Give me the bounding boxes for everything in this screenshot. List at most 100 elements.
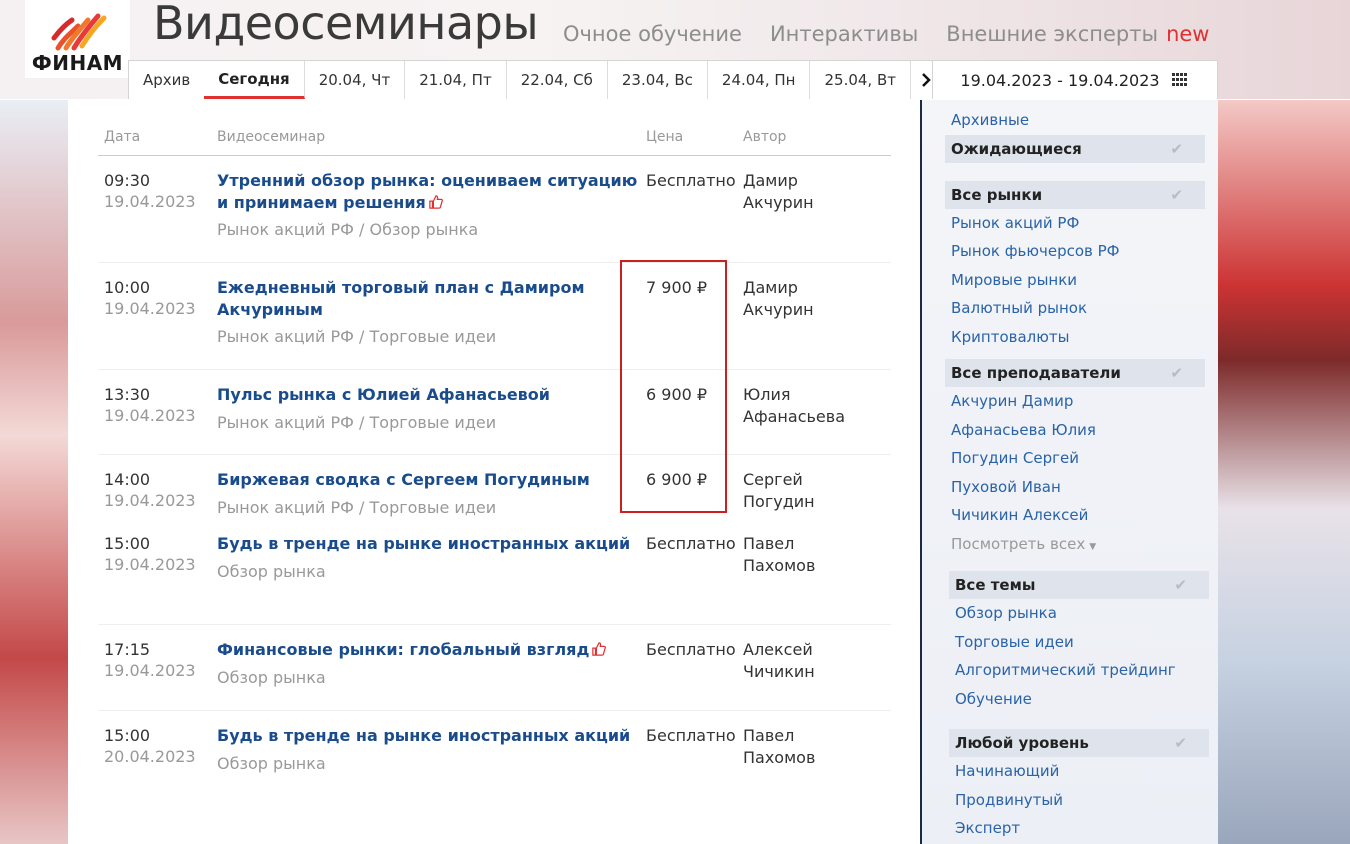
check-icon: ✔ xyxy=(1170,185,1183,204)
background-decor-right xyxy=(1218,100,1350,844)
table-row: 10:00 19.04.2023 Ежедневный торговый план… xyxy=(98,263,891,370)
filter-upcoming[interactable]: Ожидающиеся ✔ xyxy=(945,134,1205,163)
nav-external-experts-label: Внешние эксперты xyxy=(946,22,1159,46)
table-row: 17:15 19.04.2023 Финансовые рынки: глобал… xyxy=(98,625,891,711)
seminar-author[interactable]: Павел Пахомов xyxy=(743,533,843,576)
tab-date[interactable]: 25.04, Вт xyxy=(810,61,911,99)
filter-all-topics[interactable]: Все темы ✔ xyxy=(949,571,1209,599)
filter-any-level[interactable]: Любой уровень ✔ xyxy=(949,729,1209,757)
seminar-title-link[interactable]: Будь в тренде на рынке иностранных акций xyxy=(217,534,630,553)
filter-market-item[interactable]: Рынок акций РФ xyxy=(945,209,1205,238)
row-time: 14:00 xyxy=(104,470,151,489)
seminar-title-link[interactable]: Пульс рынка с Юлией Афанасьевой xyxy=(217,385,550,404)
filter-market-item[interactable]: Валютный рынок xyxy=(945,294,1205,323)
seminar-price: Бесплатно xyxy=(646,171,736,190)
finam-logo[interactable]: ФИНАМ xyxy=(25,0,130,78)
filter-topic-item[interactable]: Торговые идеи xyxy=(949,628,1209,657)
seminar-title-link[interactable]: Утренний обзор рынка: оцениваем ситуацию… xyxy=(217,171,637,212)
seminar-category: Рынок акций РФ / Торговые идеи xyxy=(217,497,497,517)
tab-today[interactable]: Сегодня xyxy=(204,61,305,99)
filter-archived[interactable]: Архивные xyxy=(945,106,1205,135)
filter-topic-item[interactable]: Обзор рынка xyxy=(949,599,1209,628)
seminar-category: Рынок акций РФ / Торговые идеи xyxy=(217,412,497,432)
filter-all-topics-label: Все темы xyxy=(955,576,1036,594)
tab-archive[interactable]: Архив xyxy=(129,61,204,99)
calendar-icon xyxy=(1171,73,1190,87)
top-nav: Очное обучение Интерактивы Внешние экспе… xyxy=(563,22,1237,46)
row-time: 15:00 xyxy=(104,726,151,745)
filter-all-markets[interactable]: Все рынки ✔ xyxy=(945,180,1205,209)
filter-topic-item[interactable]: Обучение xyxy=(949,685,1209,714)
seminar-category: Обзор рынка xyxy=(217,667,326,687)
table-row: 15:00 20.04.2023 Будь в тренде на рынке и… xyxy=(98,711,891,817)
seminar-title: Утренний обзор рынка: оцениваем ситуацию… xyxy=(217,171,638,212)
nav-offline-training[interactable]: Очное обучение xyxy=(563,22,742,46)
filter-level-item[interactable]: Продвинутый xyxy=(949,786,1209,815)
date-range-value: 19.04.2023 - 19.04.2023 xyxy=(960,70,1160,90)
filter-market-item[interactable]: Криптовалюты xyxy=(945,323,1205,352)
seminar-author[interactable]: Сергей Погудин xyxy=(743,469,843,512)
filter-topic-item[interactable]: Алгоритмический трейдинг xyxy=(949,656,1209,685)
seminar-title-link[interactable]: Биржевая сводка с Сергеем Погудиным xyxy=(217,470,590,489)
date-range-picker[interactable]: 19.04.2023 - 19.04.2023 xyxy=(932,60,1218,100)
filter-teacher-item[interactable]: Афанасьева Юлия xyxy=(945,416,1205,445)
see-all-teachers-link[interactable]: Посмотреть всех ▼ xyxy=(945,530,1205,562)
background-decor-left xyxy=(0,100,70,844)
filter-upcoming-label: Ожидающиеся xyxy=(951,139,1082,158)
page-title: Видеосеминары xyxy=(153,0,539,50)
nav-external-experts[interactable]: Внешние эксперты new xyxy=(946,22,1209,46)
filter-all-teachers-label: Все преподаватели xyxy=(951,364,1121,382)
seminar-title-link[interactable]: Будь в тренде на рынке иностранных акций xyxy=(217,726,630,745)
filter-level-item[interactable]: Эксперт xyxy=(949,814,1209,843)
tab-date[interactable]: 23.04, Вс xyxy=(608,61,708,99)
seminar-price: Бесплатно xyxy=(646,534,736,553)
thumbs-up-icon xyxy=(592,642,607,656)
tab-date[interactable]: 22.04, Сб xyxy=(507,61,608,99)
table-header: Дата Видеосеминар Цена Автор xyxy=(98,118,891,156)
filter-all-teachers[interactable]: Все преподаватели ✔ xyxy=(945,359,1205,387)
seminar-title-link[interactable]: Финансовые рынки: глобальный взгляд xyxy=(217,640,607,659)
seminar-author[interactable]: Юлия Афанасьева xyxy=(743,384,845,427)
row-date: 19.04.2023 xyxy=(104,299,196,318)
tab-date[interactable]: 24.04, Пн xyxy=(708,61,811,99)
filter-level-item[interactable]: Начинающий xyxy=(949,757,1209,786)
row-time: 15:00 xyxy=(104,534,151,553)
filter-any-level-label: Любой уровень xyxy=(955,734,1089,752)
check-icon: ✔ xyxy=(1174,576,1187,594)
row-date: 19.04.2023 xyxy=(104,661,196,680)
caret-down-icon: ▼ xyxy=(1089,541,1097,552)
header-date: Дата xyxy=(104,128,141,145)
filter-teacher-item[interactable]: Погудин Сергей xyxy=(945,444,1205,473)
tab-date[interactable]: 20.04, Чт xyxy=(305,61,406,99)
logo-text: ФИНАМ xyxy=(31,51,124,75)
seminar-category: Рынок акций РФ / Торговые идеи xyxy=(217,327,497,346)
check-icon: ✔ xyxy=(1170,139,1183,158)
header-author: Автор xyxy=(743,128,787,145)
filter-teacher-item[interactable]: Чичикин Алексей xyxy=(945,501,1205,530)
seminar-title-link[interactable]: Ежедневный торговый план с Дамиром Акчур… xyxy=(217,278,585,319)
header-price: Цена xyxy=(646,128,684,145)
tab-date[interactable]: 21.04, Пт xyxy=(405,61,507,99)
finam-logo-icon xyxy=(51,13,106,51)
seminar-author[interactable]: Алексей Чичикин xyxy=(743,639,843,682)
seminar-author[interactable]: Дамир Акчурин xyxy=(743,170,843,213)
check-icon: ✔ xyxy=(1174,734,1187,752)
nav-interactives[interactable]: Интерактивы xyxy=(770,22,918,46)
filter-teacher-item[interactable]: Пуховой Иван xyxy=(945,473,1205,502)
filter-all-markets-label: Все рынки xyxy=(951,185,1043,204)
new-badge: new xyxy=(1166,22,1210,46)
filter-market-item[interactable]: Рынок фьючерсов РФ xyxy=(945,237,1205,266)
filter-market-item[interactable]: Мировые рынки xyxy=(945,266,1205,295)
table-row: 09:30 19.04.2023 Утренний обзор рынка: оц… xyxy=(98,156,891,263)
thumbs-up-icon xyxy=(429,194,443,209)
seminar-category: Обзор рынка xyxy=(217,753,326,773)
seminar-title: Финансовые рынки: глобальный взгляд xyxy=(217,640,590,659)
seminar-author[interactable]: Дамир Акчурин xyxy=(743,277,843,320)
filter-sidebar: Архивные Ожидающиеся ✔ Все рынки ✔ Рынок а… xyxy=(922,100,1218,844)
filter-teacher-item[interactable]: Акчурин Дамир xyxy=(945,387,1205,416)
date-tabs: Архив Сегодня 20.04, Чт 21.04, Пт 22.04,… xyxy=(128,60,942,100)
seminar-price: Бесплатно xyxy=(646,726,736,745)
seminar-price: Бесплатно xyxy=(646,640,736,659)
row-date: 20.04.2023 xyxy=(104,747,196,766)
seminar-author[interactable]: Павел Пахомов xyxy=(743,725,843,768)
